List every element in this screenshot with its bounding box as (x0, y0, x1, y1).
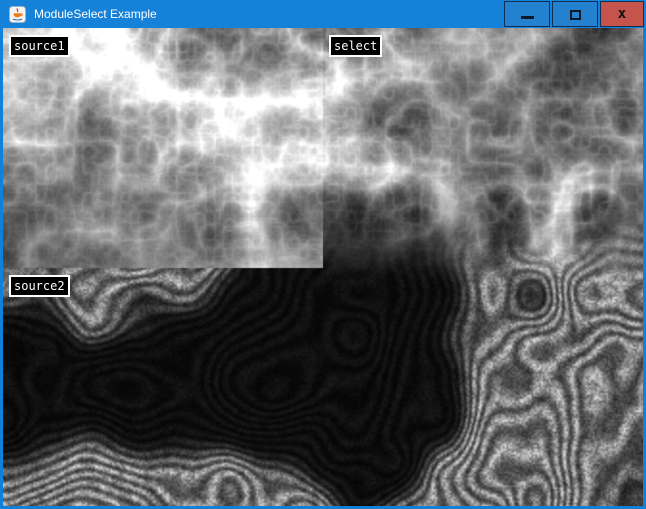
close-button[interactable]: x (600, 1, 644, 27)
minimize-icon (521, 16, 534, 19)
window-title: ModuleSelect Example (34, 7, 157, 21)
maximize-icon (570, 10, 581, 20)
render-area: source1 select source2 (3, 28, 643, 506)
tile-label-select: select (329, 35, 382, 57)
noise-canvas (3, 28, 643, 506)
window-controls: x (504, 1, 644, 27)
tile-label-source2: source2 (9, 275, 70, 297)
titlebar[interactable]: ModuleSelect Example x (0, 0, 646, 28)
tile-label-source1: source1 (9, 35, 70, 57)
close-icon: x (618, 7, 626, 21)
minimize-button[interactable] (504, 1, 550, 27)
java-coffee-cup-icon (9, 6, 26, 23)
maximize-button[interactable] (552, 1, 598, 27)
app-window: ModuleSelect Example x source1selectsour… (0, 0, 646, 509)
